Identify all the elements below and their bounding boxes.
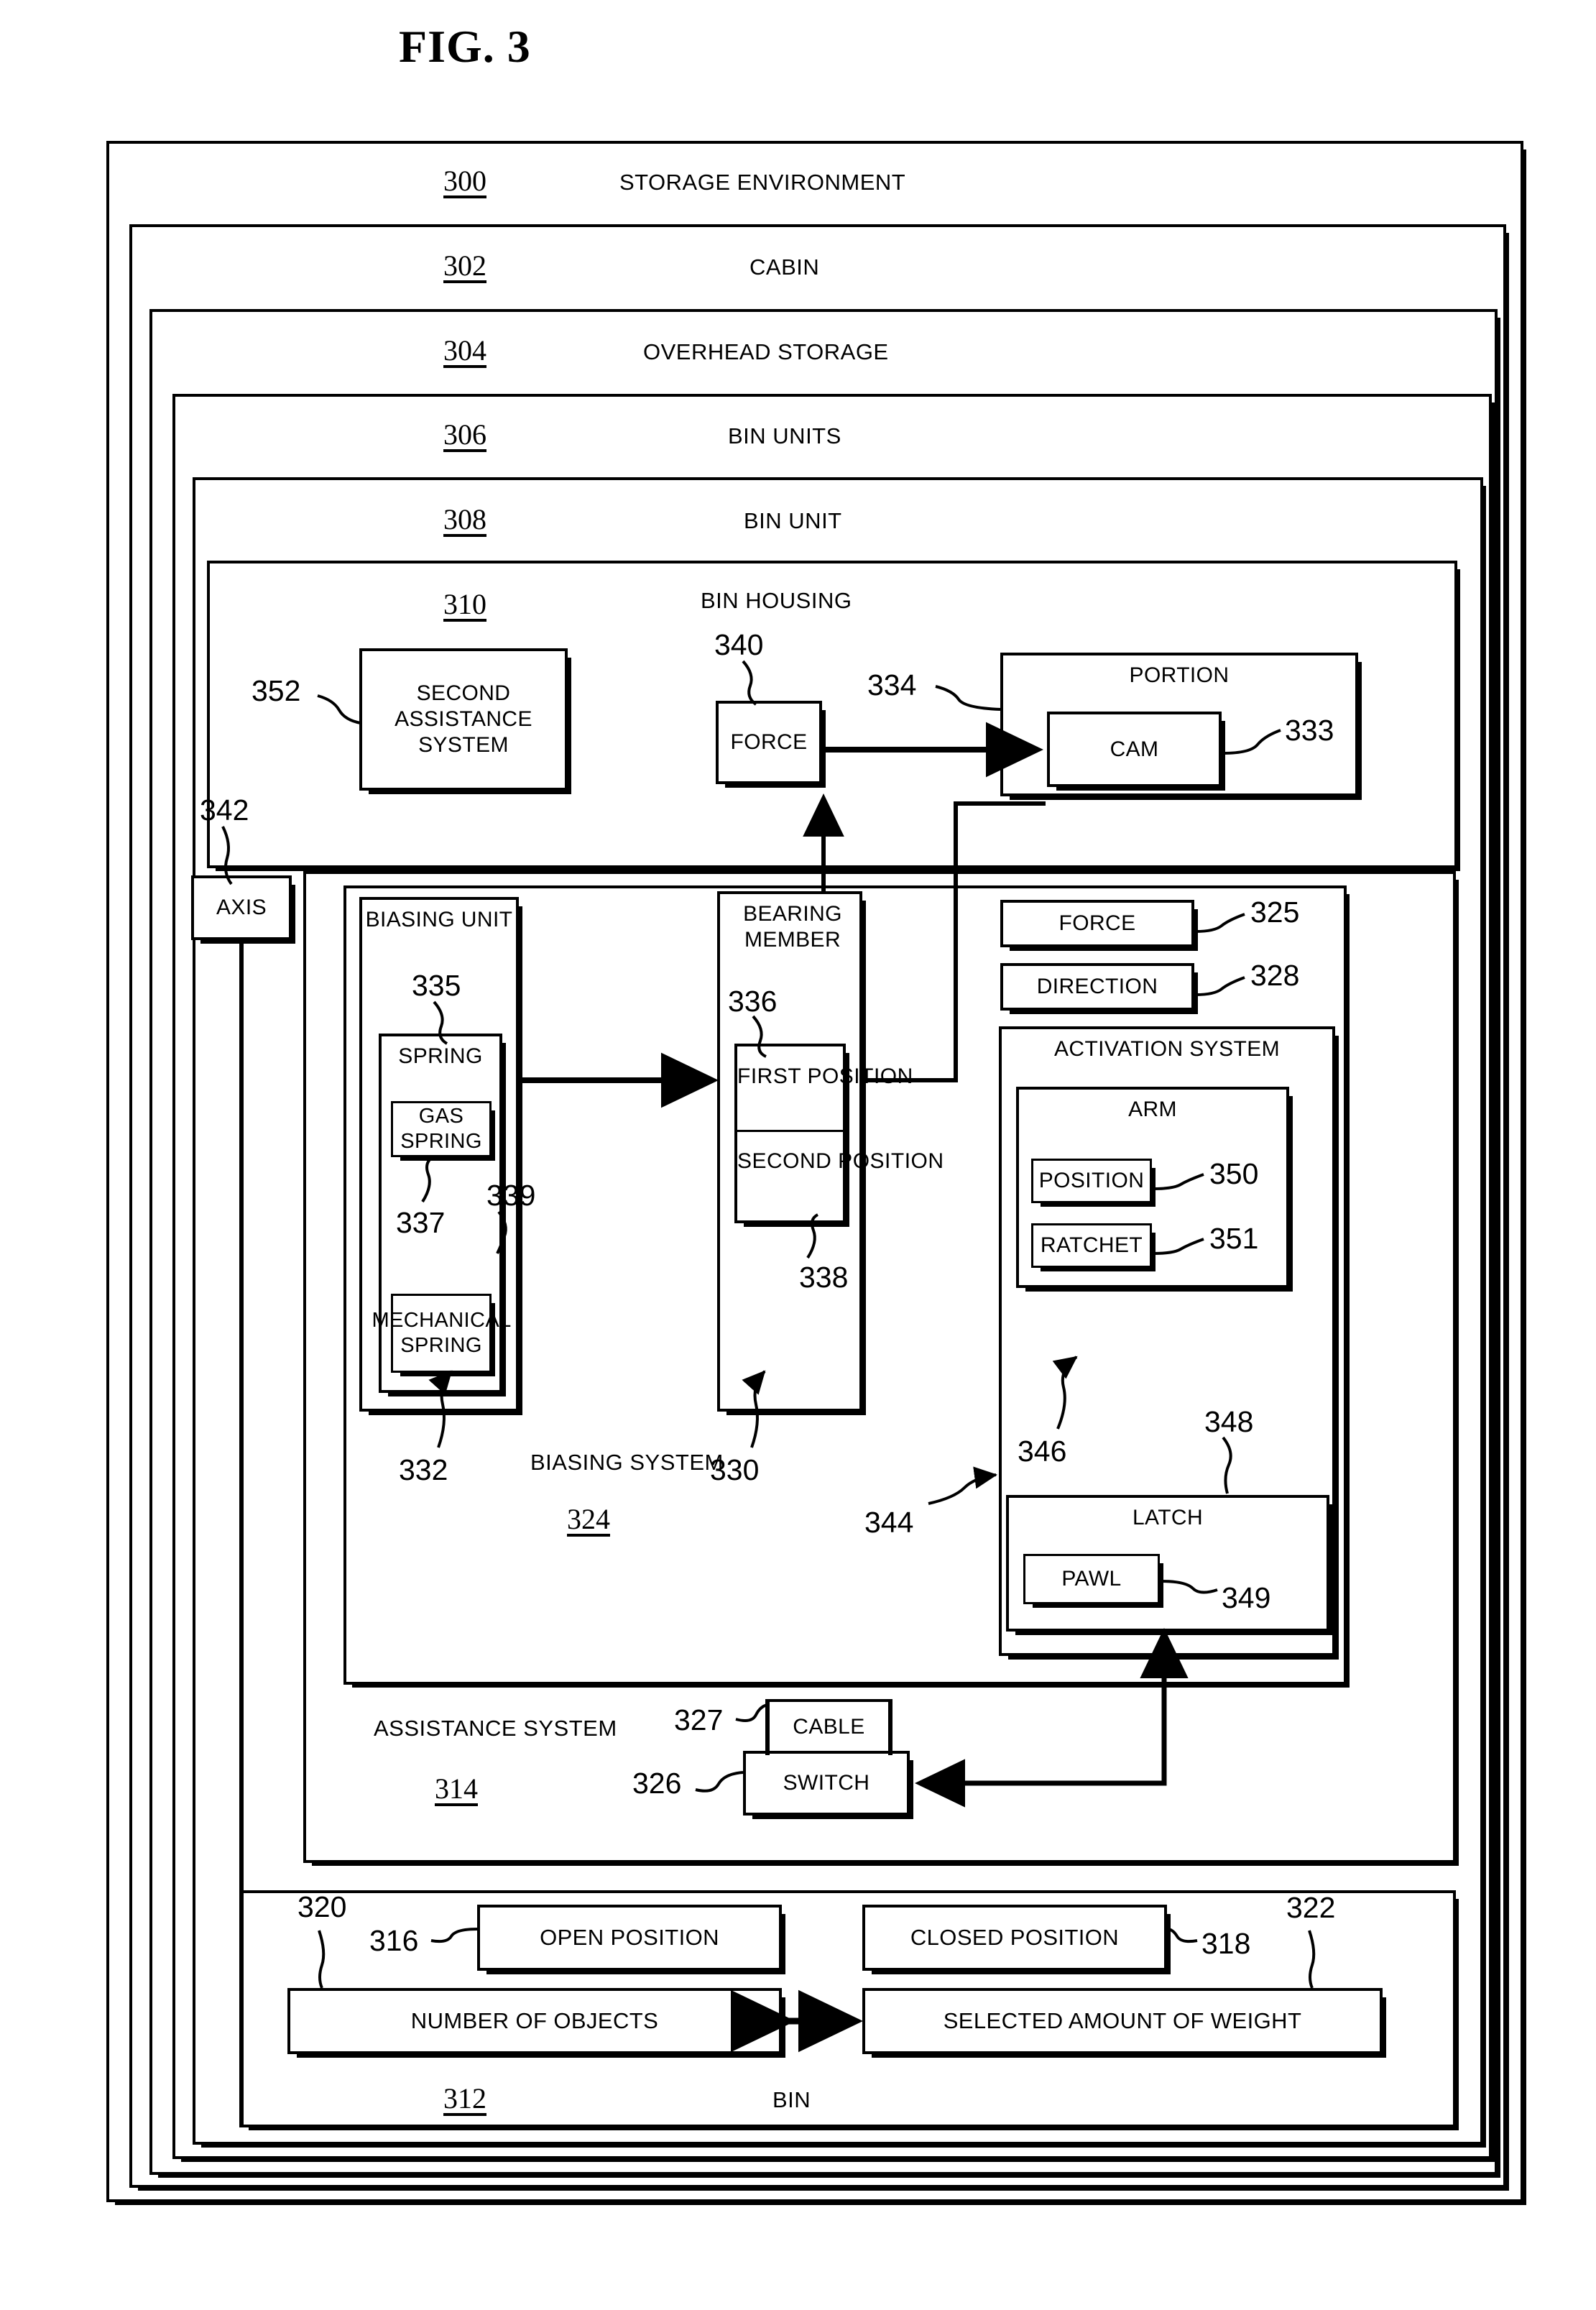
ref-349: 349 <box>1222 1581 1271 1614</box>
ref-335: 335 <box>412 969 461 1002</box>
box-mechanical-spring-label: MECHANICAL SPRING <box>372 1309 512 1357</box>
positions-divider <box>734 1130 846 1132</box>
label-storage-environment: STORAGE ENVIRONMENT <box>619 170 906 195</box>
box-axis[interactable]: AXIS <box>191 875 292 940</box>
box-cable[interactable]: CABLE <box>766 1699 892 1755</box>
box-number-of-objects[interactable]: NUMBER OF OBJECTS <box>287 1988 782 2054</box>
ref-342: 342 <box>200 793 249 827</box>
ref-330: 330 <box>710 1453 760 1486</box>
ref-339: 339 <box>486 1179 536 1212</box>
box-direction-label: DIRECTION <box>1036 975 1158 998</box>
ref-325: 325 <box>1250 896 1300 929</box>
label-cabin: CABIN <box>749 254 820 280</box>
box-closed-position-label: CLOSED POSITION <box>910 1925 1120 1951</box>
box-axis-label: AXIS <box>216 896 267 919</box>
box-ratchet[interactable]: RATCHET <box>1031 1223 1152 1268</box>
ref-337: 337 <box>396 1206 446 1239</box>
box-ratchet-label: RATCHET <box>1040 1233 1143 1257</box>
box-first-position-label[interactable]: FIRST POSITION <box>737 1064 913 1089</box>
box-open-position[interactable]: OPEN POSITION <box>477 1905 782 1971</box>
ref-328: 328 <box>1250 959 1300 992</box>
box-gas-spring[interactable]: GAS SPRING <box>391 1101 492 1157</box>
box-pawl[interactable]: PAWL <box>1023 1554 1160 1604</box>
ref-334: 334 <box>867 668 917 701</box>
ref-332: 332 <box>399 1453 448 1486</box>
box-selected-amount-of-weight-label: SELECTED AMOUNT OF WEIGHT <box>943 2008 1302 2034</box>
ref-324: 324 <box>567 1503 610 1535</box>
box-force-housing[interactable]: FORCE <box>716 701 822 784</box>
box-second-assistance-system-label: SECOND ASSISTANCE SYSTEM <box>395 681 532 757</box>
ref-306: 306 <box>443 418 486 451</box>
ref-338: 338 <box>799 1261 849 1294</box>
box-second-assistance-system[interactable]: SECOND ASSISTANCE SYSTEM <box>359 648 568 791</box>
box-position-label: POSITION <box>1038 1169 1145 1192</box>
ref-352: 352 <box>252 674 301 707</box>
figure-title: FIG. 3 <box>399 21 531 72</box>
box-force-activation[interactable]: FORCE <box>1000 900 1194 947</box>
ref-336: 336 <box>728 985 778 1018</box>
ref-346: 346 <box>1018 1435 1067 1468</box>
ref-322: 322 <box>1286 1891 1336 1924</box>
ref-340: 340 <box>714 628 764 661</box>
ref-304: 304 <box>443 334 486 367</box>
ref-312: 312 <box>443 2082 486 2115</box>
label-assistance-system: ASSISTANCE SYSTEM <box>374 1716 617 1741</box>
figure-canvas: FIG. 3 300 STORAGE ENVIRONMENT 302 CABIN… <box>0 0 1596 2310</box>
ref-326: 326 <box>632 1767 682 1800</box>
ref-348: 348 <box>1204 1405 1254 1438</box>
label-bin-units: BIN UNITS <box>728 423 841 448</box>
box-closed-position[interactable]: CLOSED POSITION <box>862 1905 1167 1971</box>
ref-320: 320 <box>297 1890 347 1923</box>
box-force-activation-label: FORCE <box>1058 911 1136 935</box>
ref-302: 302 <box>443 249 486 282</box>
ref-344: 344 <box>864 1506 914 1539</box>
ref-316: 316 <box>369 1924 419 1957</box>
ref-351: 351 <box>1209 1222 1259 1255</box>
ref-314: 314 <box>435 1772 478 1805</box>
box-gas-spring-label: GAS SPRING <box>400 1105 482 1153</box>
label-overhead-storage: OVERHEAD STORAGE <box>643 339 889 364</box>
box-switch[interactable]: SWITCH <box>743 1751 910 1816</box>
box-switch-label: SWITCH <box>783 1771 870 1795</box>
label-bin-unit: BIN UNIT <box>744 508 842 533</box>
box-mechanical-spring[interactable]: MECHANICAL SPRING <box>372 1294 512 1373</box>
ref-327: 327 <box>674 1703 724 1736</box>
ref-350: 350 <box>1209 1157 1259 1190</box>
ref-308: 308 <box>443 503 486 535</box>
ref-333: 333 <box>1285 714 1334 747</box>
box-cable-label: CABLE <box>793 1715 865 1739</box>
box-direction[interactable]: DIRECTION <box>1000 963 1194 1011</box>
box-cam-label: CAM <box>1110 737 1159 761</box>
ref-318: 318 <box>1201 1927 1251 1960</box>
box-second-position-label[interactable]: SECOND POSITION <box>737 1149 944 1174</box>
box-force-housing-label: FORCE <box>730 730 808 754</box>
ref-310: 310 <box>443 588 486 620</box>
box-cam[interactable]: CAM <box>1047 712 1222 787</box>
label-bin-housing: BIN HOUSING <box>701 588 852 613</box>
box-pawl-label: PAWL <box>1061 1567 1122 1591</box>
label-biasing-system: BIASING SYSTEM <box>530 1450 724 1475</box>
label-bin: BIN <box>772 2087 811 2112</box>
box-open-position-label: OPEN POSITION <box>540 1925 719 1951</box>
box-number-of-objects-label: NUMBER OF OBJECTS <box>410 2008 659 2034</box>
box-selected-amount-of-weight[interactable]: SELECTED AMOUNT OF WEIGHT <box>862 1988 1383 2054</box>
ref-300: 300 <box>443 165 486 197</box>
box-position[interactable]: POSITION <box>1031 1159 1152 1203</box>
